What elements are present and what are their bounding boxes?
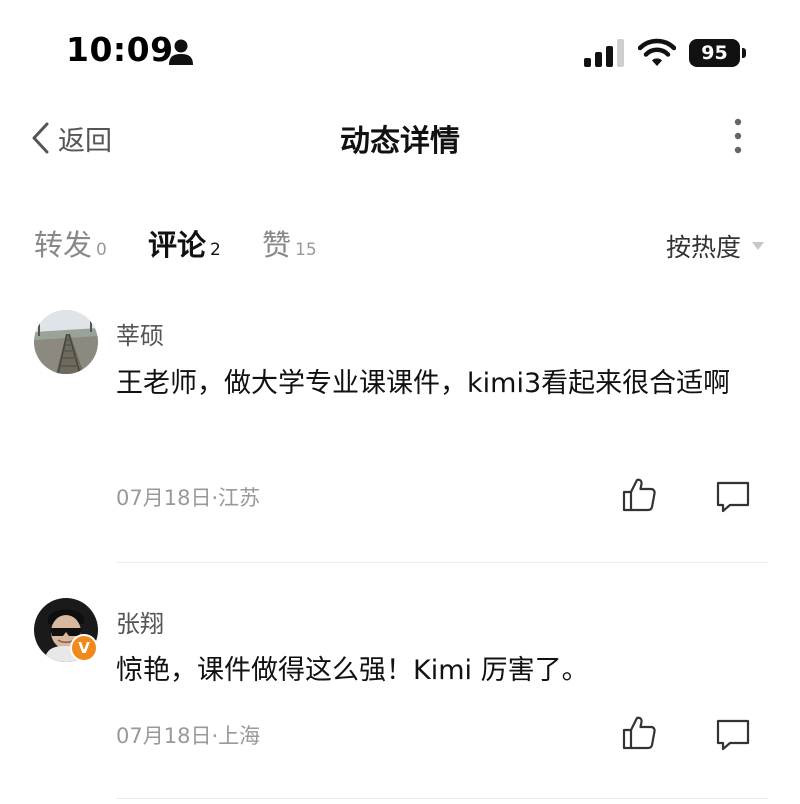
sort-button[interactable]: 按热度 [666,228,765,264]
battery-icon: 95 [689,39,747,67]
comment-icon[interactable] [714,478,752,516]
comment-meta: 07月18日·江苏 [116,486,261,510]
verified-badge: V [70,634,98,662]
thumbs-up-icon[interactable] [620,714,658,752]
comment-item: V 张翔 惊艳，课件做得这么强！Kimi 厉害了。 07月18日·上海 [0,596,800,804]
tab-label: 评论 [148,228,207,262]
divider [116,562,768,563]
divider [116,798,768,799]
person-icon [169,39,193,65]
comment-author[interactable]: 张翔 [116,604,164,639]
nav-bar: 返回 动态详情 [0,100,800,180]
caret-down-icon [752,242,765,250]
tab-count: 2 [210,240,221,260]
more-vertical-icon[interactable] [726,116,750,156]
comment-text: 王老师，做大学专业课课件，kimi3看起来很合适啊 [116,368,731,399]
comment-text: 惊艳，课件做得这么强！Kimi 厉害了。 [116,655,589,686]
battery-tip [742,48,746,58]
comment-icon[interactable] [714,716,752,754]
comment-item: 莘硕 王老师，做大学专业课课件，kimi3看起来很合适啊 07月18日·江苏 [0,308,800,568]
avatar[interactable] [34,310,98,374]
wifi-icon [638,38,676,66]
comment-meta: 07月18日·上海 [116,724,261,748]
tab-comments[interactable]: 评论 2 [148,222,221,264]
tab-label: 赞 [262,228,292,262]
tab-likes[interactable]: 赞 15 [262,222,317,264]
battery-level: 95 [689,39,740,67]
tab-repost[interactable]: 转发 0 [34,222,107,264]
tab-bar: 转发 0 评论 2 赞 15 按热度 [0,222,800,276]
status-bar: 10:09 95 [0,0,800,100]
sort-label: 按热度 [666,233,742,262]
tab-count: 15 [295,240,317,260]
thumbs-up-icon[interactable] [620,476,658,514]
signal-icon [584,39,624,67]
status-time: 10:09 [66,30,174,69]
tab-count: 0 [96,240,107,260]
tab-label: 转发 [34,228,93,262]
page-title: 动态详情 [340,124,460,159]
railway-track-photo [34,310,98,374]
comment-author[interactable]: 莘硕 [116,316,164,351]
